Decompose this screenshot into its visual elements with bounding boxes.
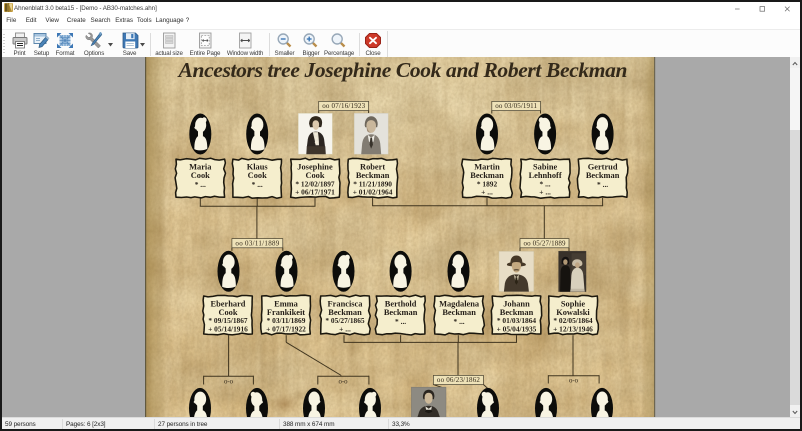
svg-text:+ 12/13/1946: + 12/13/1946 — [553, 324, 593, 333]
svg-text:Cook: Cook — [248, 171, 267, 180]
svg-text:+ ...: + ... — [339, 324, 351, 333]
svg-text:* ...: * ... — [195, 180, 206, 189]
svg-text:* ...: * ... — [252, 180, 263, 189]
svg-text:Beckman: Beckman — [586, 171, 620, 180]
svg-text:Cook: Cook — [191, 171, 210, 180]
svg-text:+ 06/17/1971: + 06/17/1971 — [295, 188, 335, 197]
svg-text:Ancestors tree Josephine Cook: Ancestors tree Josephine Cook and Robert… — [177, 58, 628, 82]
svg-text:oo 05/27/1889: oo 05/27/1889 — [524, 239, 567, 247]
svg-text:o-o: o-o — [569, 378, 579, 385]
svg-text:+ ...: + ... — [539, 188, 551, 197]
svg-text:o-o: o-o — [338, 379, 348, 386]
svg-text:+ 07/17/1922: + 07/17/1922 — [266, 324, 306, 333]
svg-text:oo 03/05/1911: oo 03/05/1911 — [495, 102, 537, 110]
svg-text:oo 03/11/1889: oo 03/11/1889 — [235, 239, 279, 247]
svg-text:Beckman: Beckman — [384, 308, 418, 317]
svg-text:* ...: * ... — [597, 180, 608, 189]
svg-text:+ 05/14/1916: + 05/14/1916 — [208, 324, 248, 333]
svg-text:oo 07/16/1923: oo 07/16/1923 — [322, 102, 365, 110]
svg-text:+ 05/04/1935: + 05/04/1935 — [497, 324, 537, 333]
svg-text:* ...: * ... — [454, 317, 465, 326]
svg-text:oo 06/23/1862: oo 06/23/1862 — [437, 376, 481, 384]
svg-text:Beckman: Beckman — [442, 308, 476, 317]
svg-text:+ 01/02/1964: + 01/02/1964 — [353, 188, 393, 197]
svg-text:+ ...: + ... — [481, 188, 493, 197]
svg-text:o-o: o-o — [224, 379, 234, 386]
svg-text:* ...: * ... — [395, 317, 406, 326]
